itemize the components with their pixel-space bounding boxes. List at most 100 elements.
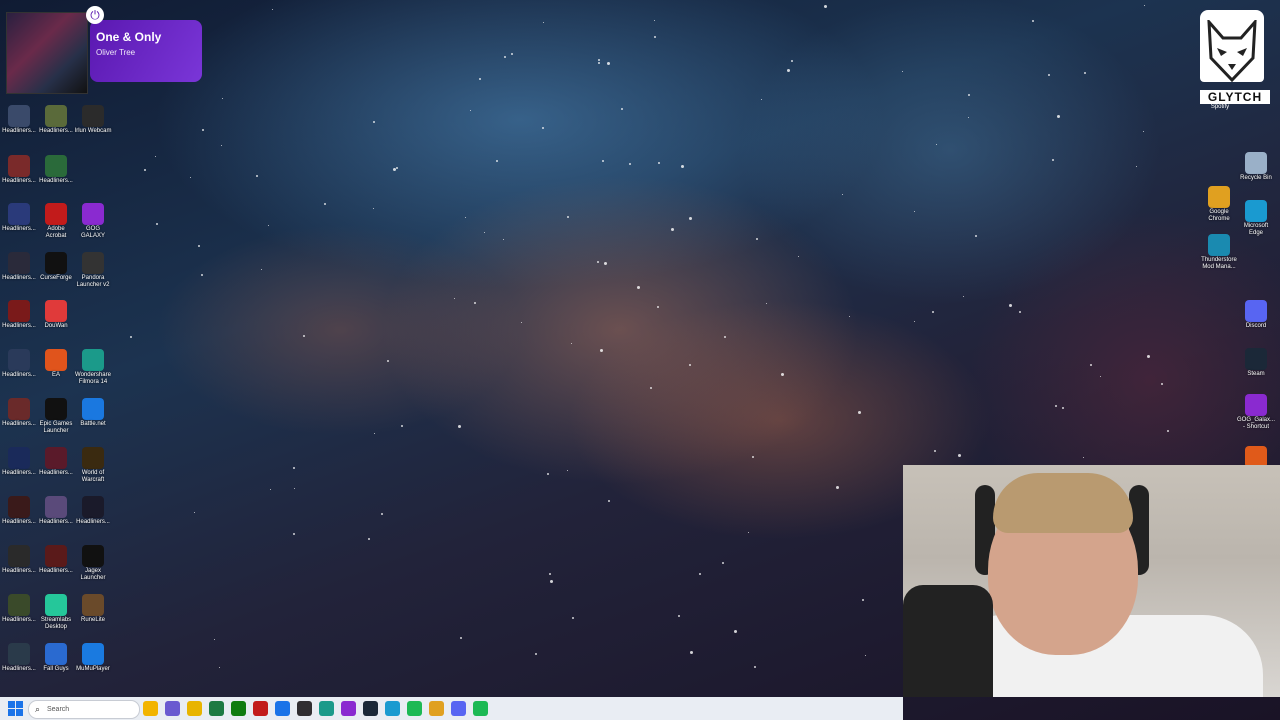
desktop-icon[interactable]: RuneLite: [74, 594, 112, 624]
star: [670, 228, 674, 232]
desktop-icon[interactable]: Headliners...: [74, 496, 112, 526]
desktop-icon[interactable]: Headliners...: [0, 105, 38, 135]
desktop-icon[interactable]: Headliners...: [37, 105, 75, 135]
app-icon: [8, 252, 30, 274]
star: [218, 666, 220, 668]
app-icon: [8, 349, 30, 371]
spotify-app-icon[interactable]: [407, 701, 422, 716]
desktop-icon[interactable]: Headliners...: [37, 155, 75, 185]
app-icon: [8, 545, 30, 567]
desktop-icon[interactable]: DouWan: [37, 300, 75, 330]
desktop-icon[interactable]: Headliners...: [0, 155, 38, 185]
desktop-icon[interactable]: Thunderstore Mod Mana...: [1200, 234, 1238, 271]
desktop-icon[interactable]: Headliners...: [0, 252, 38, 282]
desktop-icon[interactable]: EA: [37, 349, 75, 379]
track-title: One & Only: [96, 30, 162, 44]
desktop-icon-label: Battle.net: [80, 421, 106, 427]
desktop-icon[interactable]: Headliners...: [37, 545, 75, 575]
star: [1135, 165, 1137, 167]
app-icon: [1245, 348, 1267, 370]
desktop-icon-label: Headliners...: [76, 519, 110, 525]
desktop-icon[interactable]: Microsoft Edge: [1237, 200, 1275, 237]
star: [1161, 382, 1164, 385]
desktop-icon[interactable]: Google Chrome: [1200, 186, 1238, 223]
desktop-icon[interactable]: Jagex Launcher: [74, 545, 112, 582]
explorer-app-icon[interactable]: [187, 701, 202, 716]
desktop-icon-label: Microsoft Edge: [1243, 223, 1269, 236]
star: [835, 486, 839, 490]
star: [677, 614, 680, 617]
excel-app-icon[interactable]: [209, 701, 224, 716]
chrome-app-icon[interactable]: [429, 701, 444, 716]
power-icon[interactable]: ⏻: [86, 6, 104, 24]
desktop-icon[interactable]: Headliners...: [0, 643, 38, 673]
windows-start-icon[interactable]: [8, 701, 23, 716]
desktop-icon[interactable]: Irlun Webcam: [74, 105, 112, 135]
desktop-icon[interactable]: Headliners...: [0, 398, 38, 428]
star: [786, 68, 790, 72]
edge-app-icon[interactable]: [385, 701, 400, 716]
desktop-icon[interactable]: Headliners...: [0, 203, 38, 233]
app-icon: [82, 252, 104, 274]
webcam-overlay: [903, 465, 1280, 697]
desktop-icon[interactable]: GOG GALAXY: [74, 203, 112, 240]
taskbar-search[interactable]: ⌕ Search: [28, 700, 140, 719]
desktop-icon[interactable]: Headliners...: [0, 349, 38, 379]
files-app-icon[interactable]: [143, 701, 158, 716]
desktop-icon[interactable]: Fall Guys: [37, 643, 75, 673]
desktop-icon-label: Headliners...: [2, 568, 36, 574]
desktop-icon[interactable]: Headliners...: [0, 300, 38, 330]
desktop-icon[interactable]: CurseForge: [37, 252, 75, 282]
acrobat-app-icon[interactable]: [253, 701, 268, 716]
desktop-icon[interactable]: MuMuPlayer: [74, 643, 112, 673]
desktop-icon[interactable]: Recycle Bin: [1237, 152, 1275, 182]
spotify2-app-icon[interactable]: [473, 701, 488, 716]
desktop-icon[interactable]: Headliners...: [0, 545, 38, 575]
desktop-icon-label: Headliners...: [39, 519, 73, 525]
store-app-icon[interactable]: [275, 701, 290, 716]
desktop-icon[interactable]: Headliners...: [0, 594, 38, 624]
desktop-icon-label: Headliners...: [2, 519, 36, 525]
discord-app-icon[interactable]: [451, 701, 466, 716]
app-icon: [8, 203, 30, 225]
steam-app-icon[interactable]: [363, 701, 378, 716]
desktop-icon[interactable]: Streamlabs Desktop: [37, 594, 75, 631]
obs-app-icon[interactable]: [297, 701, 312, 716]
desktop-icon[interactable]: Pandora Launcher v2: [74, 252, 112, 289]
xbox-app-icon[interactable]: [231, 701, 246, 716]
desktop-icon-label: Headliners...: [39, 178, 73, 184]
now-playing-card[interactable]: One & Only Oliver Tree: [90, 20, 202, 82]
desktop-icon[interactable]: Headliners...: [0, 496, 38, 526]
star: [597, 61, 600, 64]
star: [656, 305, 659, 308]
desktop-icon[interactable]: Epic Games Launcher: [37, 398, 75, 435]
filmora-app-icon[interactable]: [319, 701, 334, 716]
desktop-icon[interactable]: GOG_Galax... - Shortcut: [1237, 394, 1275, 431]
app-icon: [45, 447, 67, 469]
desktop-icon-label: Streamlabs Desktop: [40, 617, 72, 630]
desktop-icon[interactable]: Battle.net: [74, 398, 112, 428]
desktop-icon[interactable]: Wondershare Filmora 14: [74, 349, 112, 386]
desktop-icon-label: Epic Games Launcher: [39, 421, 73, 434]
star: [1167, 429, 1170, 432]
desktop-icon[interactable]: Headliners...: [37, 447, 75, 477]
desktop-icon[interactable]: Steam: [1237, 348, 1275, 378]
desktop-icon-label: Headliners...: [2, 128, 36, 134]
star: [380, 512, 383, 515]
app-icon: [82, 545, 104, 567]
desktop-icon[interactable]: Headliners...: [37, 496, 75, 526]
now-playing-widget[interactable]: One & Only Oliver Tree ⏻: [6, 6, 202, 94]
app-icon: [8, 594, 30, 616]
app-icon: [45, 105, 67, 127]
desktop-icon[interactable]: Headliners...: [0, 447, 38, 477]
desktop-icon-label: Headliners...: [2, 226, 36, 232]
desktop-icon[interactable]: Adobe Acrobat: [37, 203, 75, 240]
copilot-app-icon[interactable]: [165, 701, 180, 716]
desktop-icon[interactable]: Discord: [1237, 300, 1275, 330]
desktop-icon[interactable]: World of Warcraft: [74, 447, 112, 484]
star: [1143, 130, 1145, 132]
gog-app-icon[interactable]: [341, 701, 356, 716]
desktop-icon-label: Google Chrome: [1208, 209, 1230, 222]
desktop-icon-label: Headliners...: [2, 421, 36, 427]
star: [781, 372, 785, 376]
